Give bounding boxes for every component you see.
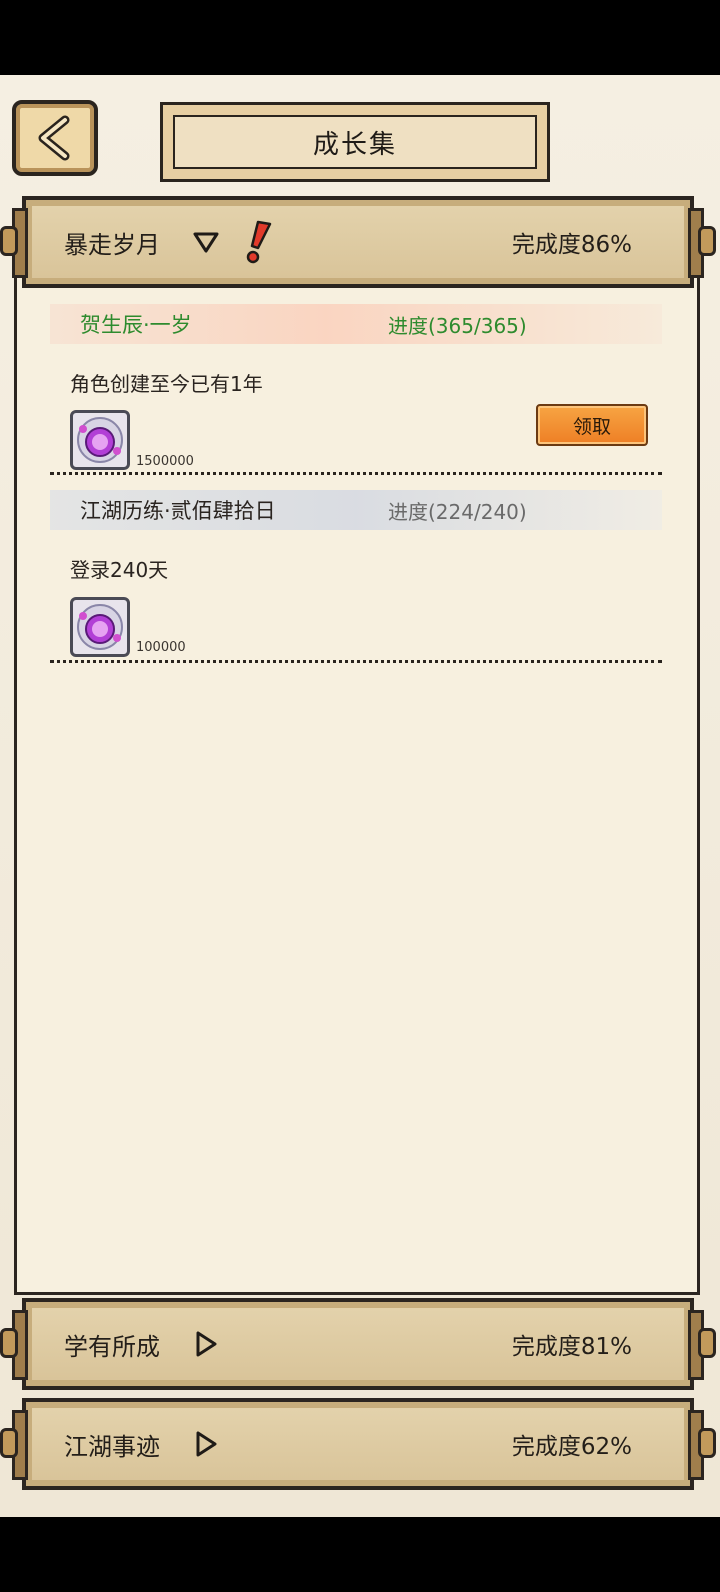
scroll-knob bbox=[698, 1328, 716, 1358]
purple-orb-icon bbox=[77, 417, 123, 463]
section-completion: 完成度81% bbox=[511, 1334, 632, 1360]
back-button[interactable] bbox=[12, 100, 98, 176]
section-title: 学有所成 bbox=[64, 1332, 160, 1361]
entry-name: 贺生辰·一岁 bbox=[80, 313, 192, 337]
divider bbox=[50, 472, 662, 475]
status-bar bbox=[0, 0, 720, 75]
section-completion: 完成度86% bbox=[511, 232, 632, 258]
entry-banner: 江湖历练·贰佰肆拾日 进度(224/240) bbox=[50, 490, 662, 530]
reward-quantity: 100000 bbox=[136, 640, 186, 655]
section-completion: 完成度62% bbox=[511, 1434, 632, 1460]
reward-item[interactable] bbox=[70, 597, 130, 657]
triangle-down-icon[interactable] bbox=[192, 228, 220, 256]
scroll-knob bbox=[698, 226, 716, 256]
entry-description: 登录240天 bbox=[70, 558, 169, 582]
entry-description: 角色创建至今已有1年 bbox=[70, 372, 263, 396]
chevron-left-icon bbox=[38, 115, 70, 161]
scroll-knob bbox=[0, 226, 18, 256]
entry-progress: 进度(365/365) bbox=[388, 313, 527, 338]
scroll-knob bbox=[0, 1428, 18, 1458]
reward-item[interactable] bbox=[70, 410, 130, 470]
purple-orb-icon bbox=[77, 604, 123, 650]
section-title: 暴走岁月 bbox=[64, 230, 160, 259]
page-title-plaque: 成长集 bbox=[160, 102, 550, 182]
entry-banner: 贺生辰·一岁 进度(365/365) bbox=[50, 304, 662, 344]
scroll-knob bbox=[0, 1328, 18, 1358]
exclamation-icon bbox=[244, 220, 274, 268]
entry-name: 江湖历练·贰佰肆拾日 bbox=[80, 499, 276, 523]
scroll-knob bbox=[698, 1428, 716, 1458]
section-header-xueyou[interactable]: 学有所成 完成度81% bbox=[0, 1298, 716, 1390]
divider bbox=[50, 660, 662, 663]
claim-button[interactable]: 领取 bbox=[536, 404, 648, 446]
triangle-right-icon[interactable] bbox=[192, 1430, 220, 1458]
entry-progress: 进度(224/240) bbox=[388, 499, 527, 524]
triangle-right-icon[interactable] bbox=[192, 1330, 220, 1358]
reward-quantity: 1500000 bbox=[136, 454, 194, 469]
navigation-bar bbox=[0, 1517, 720, 1592]
section-header-baozou[interactable]: 暴走岁月 完成度86% bbox=[0, 196, 716, 288]
page-title: 成长集 bbox=[312, 129, 397, 160]
section-header-jianghu[interactable]: 江湖事迹 完成度62% bbox=[0, 1398, 716, 1490]
section-title: 江湖事迹 bbox=[64, 1432, 160, 1461]
